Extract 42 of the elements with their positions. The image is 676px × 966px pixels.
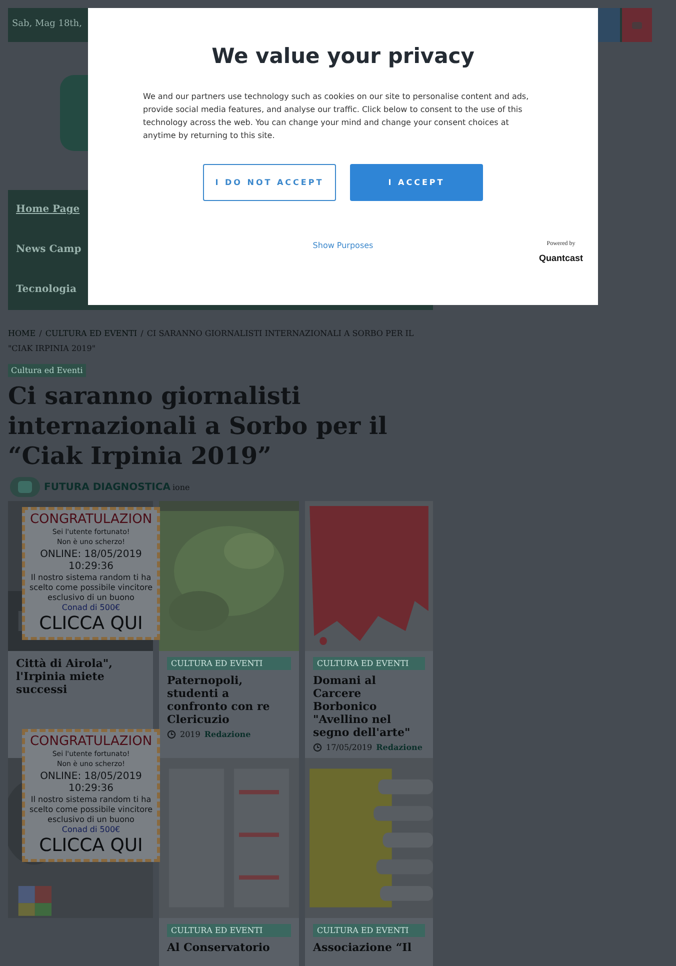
category-tag[interactable]: CULTURA ED EVENTI — [313, 924, 425, 937]
category-tag[interactable]: CULTURA ED EVENTI — [167, 924, 291, 937]
sponsor-logo-text: FUTURA DIAGNOSTICA — [44, 482, 170, 492]
breadcrumb-link[interactable]: CULTURA ED EVENTI — [45, 329, 138, 338]
category-tag[interactable]: CULTURA ED EVENTI — [313, 657, 425, 670]
article-link[interactable]: Al Conservatorio — [167, 941, 270, 954]
breadcrumb-trail: HOME / CULTURA ED EVENTI / CI SARANNO GIORNALISTI INTERNAZIONALI A SORBO PER IL "CIAK IRPINIA 2019" — [8, 328, 415, 355]
decline-button[interactable]: I DO NOT ACCEPT — [203, 164, 336, 201]
dialog-text: We and our partners use technology such as cookies on our site to personalise content and ads, provide social media features, and analyse our traffic. Click below to consent to the use of this technology across the web. You can change your mind and change your consent choices at anytime by returning to this site. — [143, 91, 530, 142]
article-link[interactable]: Città di Airola", l'Irpinia miete successi — [16, 657, 145, 696]
dialog-title: We value your privacy — [212, 44, 474, 68]
ad-heading: CONGRATULAZION — [30, 734, 152, 749]
accept-button[interactable]: I ACCEPT — [350, 164, 483, 201]
ad-cta[interactable]: CLICCA QUI — [39, 613, 143, 635]
clock-icon — [167, 730, 176, 738]
article-link[interactable]: Domani al Carcere Borbonico "Avellino nel segno dell'arte" — [313, 674, 425, 739]
date-text: Sab, Mag 18th, — [11, 18, 83, 31]
article-link[interactable]: Associazione “Il — [313, 941, 412, 954]
category-tag[interactable]: CULTURA ED EVENTI — [167, 657, 291, 670]
byline-text: ione — [172, 482, 190, 492]
ad-cta[interactable]: CLICCA QUI — [39, 835, 143, 857]
author-link[interactable]: Redazione — [204, 729, 251, 739]
category-tag[interactable]: Cultura ed Eventi — [8, 364, 86, 377]
ad-message: Il nostro sistema random ti ha scelto come possibile vincitore esclusivo di un buono Conad di 500€ — [29, 573, 153, 613]
author-link[interactable]: Redazione — [376, 742, 422, 752]
date-text: 2019 — [180, 730, 200, 738]
nav-link[interactable]: Home Page — [8, 190, 80, 230]
breadcrumb-link[interactable]: HOME — [8, 329, 36, 338]
show-purposes-link[interactable]: Show Purposes — [312, 241, 374, 250]
article-title: Ci saranno giornalisti internazionali a Sorbo per il “Ciak Irpinia 2019” — [8, 381, 388, 471]
nav-link[interactable]: News Camp — [8, 230, 82, 270]
ad-timestamp: ONLINE: 18/05/2019 10:29:36 — [39, 771, 143, 795]
clock-icon — [313, 742, 322, 752]
article-link[interactable]: Paternopoli, studenti a confronto con re Clericuzio — [167, 674, 291, 726]
ad-timestamp: ONLINE: 18/05/2019 10:29:36 — [39, 549, 143, 573]
prize-link[interactable]: Conad di 500€ — [62, 603, 120, 612]
brand-name: Quantcast — [538, 253, 583, 263]
nav-link[interactable]: Tecnologia — [8, 270, 76, 310]
prize-link[interactable]: Conad di 500€ — [62, 825, 120, 834]
ad-heading: CONGRATULAZION — [30, 512, 152, 527]
ad-message: Il nostro sistema random ti ha scelto come possibile vincitore esclusivo di un buono Conad di 500€ — [29, 795, 153, 835]
date-text: 17/05/2019 — [326, 742, 372, 752]
